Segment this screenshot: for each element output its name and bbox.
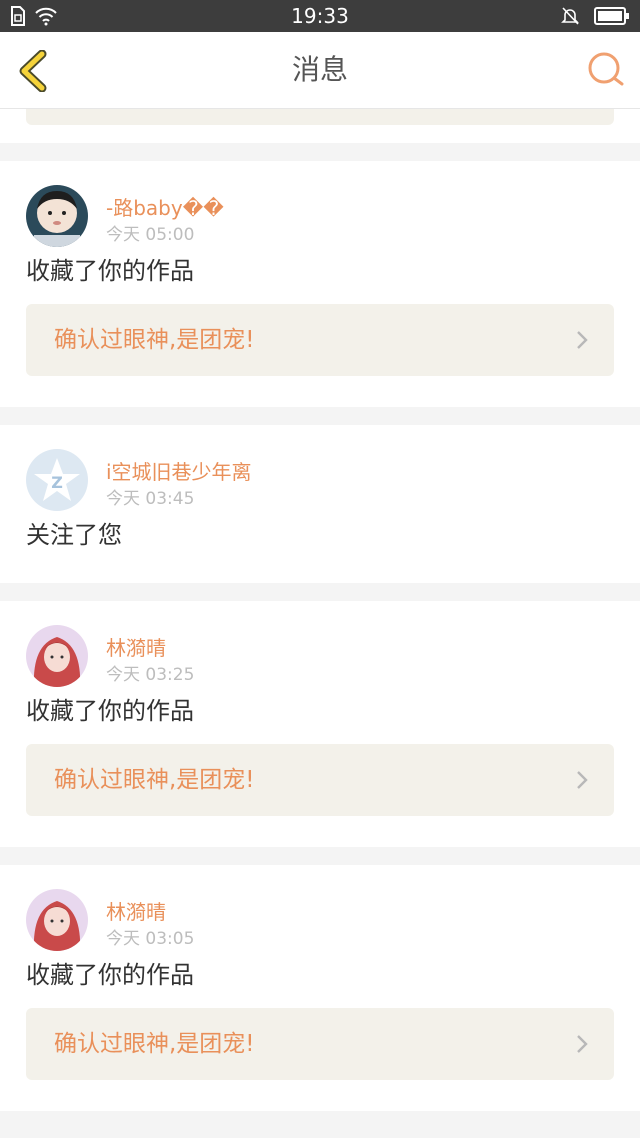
message-time: 今天 03:25	[106, 665, 195, 685]
page-title: 消息	[291, 53, 348, 86]
message-card: Z i空城旧巷少年离 今天 03:45 关注了您	[0, 425, 640, 583]
work-title: 确认过眼神,是团宠!	[54, 327, 255, 353]
message-card: -路baby�� 今天 05:00 收藏了你的作品 确认过眼神,是团宠!	[0, 161, 640, 407]
username[interactable]: -路baby��	[106, 195, 224, 221]
status-bar: 19:33	[0, 0, 640, 32]
action-text: 收藏了你的作品	[26, 961, 194, 989]
mute-bell-icon	[561, 7, 579, 25]
work-title: 确认过眼神,是团宠!	[54, 1031, 255, 1057]
action-text: 收藏了你的作品	[26, 697, 194, 725]
battery-icon	[594, 7, 629, 25]
search-button[interactable]	[586, 50, 626, 90]
avatar[interactable]: Z	[26, 449, 88, 511]
message-list[interactable]: -路baby�� 今天 05:00 收藏了你的作品 确认过眼神,是团宠! Z i…	[0, 109, 640, 1129]
username[interactable]: 林漪晴	[106, 635, 166, 661]
message-time: 今天 05:00	[106, 225, 195, 245]
message-time: 今天 03:45	[106, 489, 195, 509]
nav-bar: 消息	[0, 32, 640, 109]
avatar[interactable]	[26, 185, 88, 247]
message-time: 今天 03:05	[106, 929, 195, 949]
action-text: 收藏了你的作品	[26, 257, 194, 285]
qzone-star-icon: Z	[26, 449, 88, 511]
avatar-boy-photo	[26, 185, 88, 247]
work-title: 确认过眼神,是团宠!	[54, 767, 255, 793]
work-link[interactable]: 确认过眼神,是团宠!	[26, 1008, 614, 1080]
avatar[interactable]	[26, 625, 88, 687]
action-text: 关注了您	[26, 521, 122, 549]
svg-text:Z: Z	[51, 473, 63, 492]
avatar[interactable]	[26, 889, 88, 951]
message-card: 林漪晴 今天 03:25 收藏了你的作品 确认过眼神,是团宠!	[0, 601, 640, 847]
chevron-right-icon	[577, 771, 588, 789]
work-quote-partial	[26, 109, 614, 125]
avatar-girl-photo	[26, 889, 88, 951]
message-card-partial	[0, 109, 640, 143]
search-icon	[588, 52, 624, 86]
chevron-right-icon	[577, 1035, 588, 1053]
username[interactable]: 林漪晴	[106, 899, 166, 925]
message-card: 林漪晴 今天 03:05 收藏了你的作品 确认过眼神,是团宠!	[0, 865, 640, 1111]
work-link[interactable]: 确认过眼神,是团宠!	[26, 744, 614, 816]
chevron-right-icon	[577, 331, 588, 349]
work-link[interactable]: 确认过眼神,是团宠!	[26, 304, 614, 376]
avatar-girl-photo	[26, 625, 88, 687]
status-time: 19:33	[291, 4, 349, 28]
username[interactable]: i空城旧巷少年离	[106, 459, 252, 485]
